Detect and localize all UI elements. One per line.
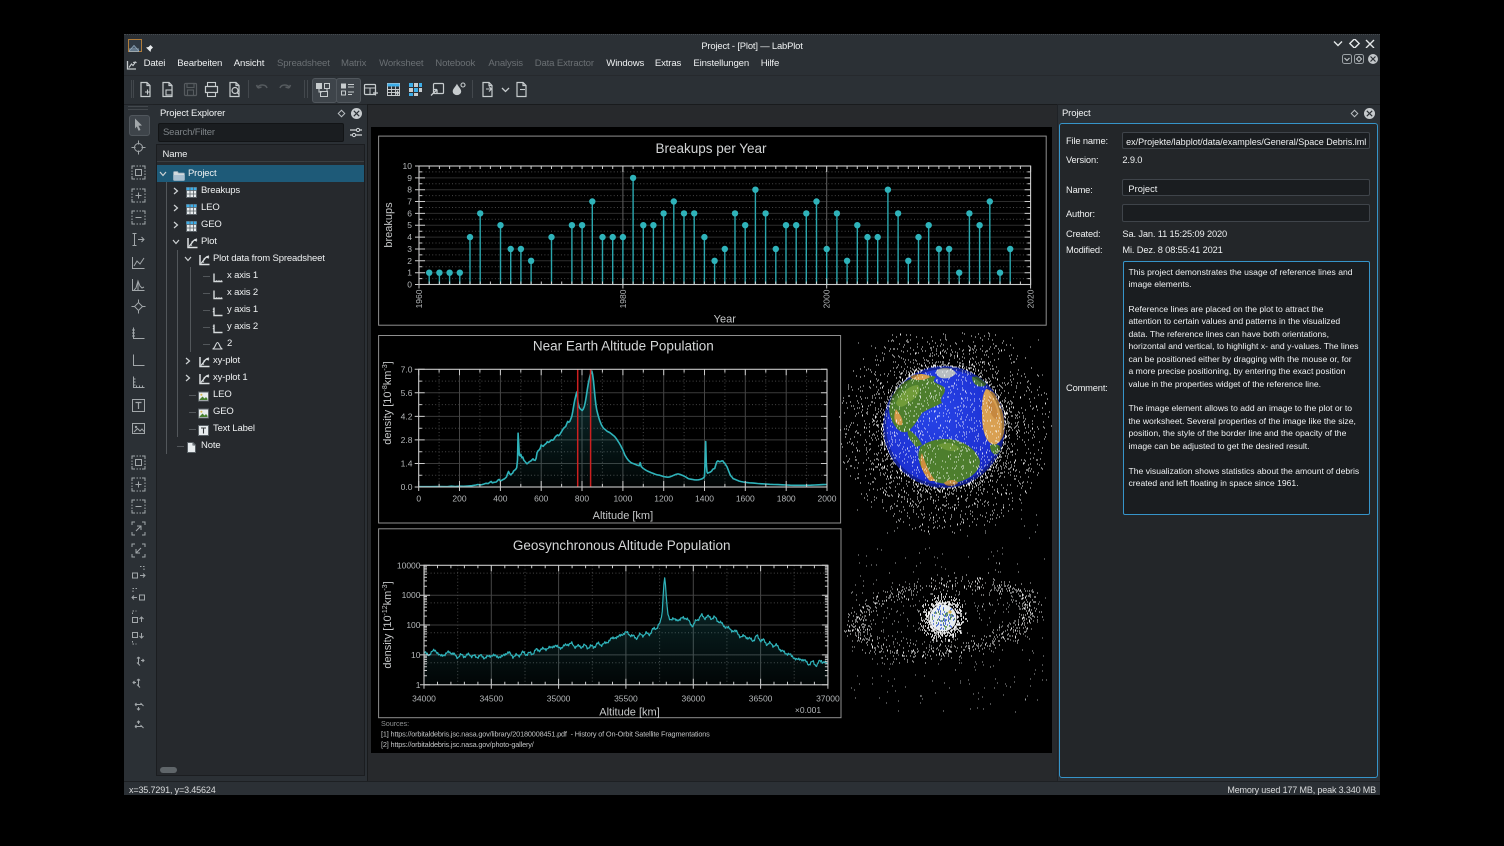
svg-text:6: 6 — [407, 208, 412, 218]
svg-text:2000: 2000 — [818, 494, 837, 504]
svg-text:2.8: 2.8 — [401, 435, 413, 445]
svg-text:5: 5 — [407, 220, 412, 230]
svg-text:1.4: 1.4 — [401, 459, 413, 469]
svg-text:2020: 2020 — [1026, 289, 1036, 308]
svg-text:[2] https://orbitaldebris.jsc.: [2] https://orbitaldebris.jsc.nasa.gov/p… — [381, 740, 535, 749]
svg-text:600: 600 — [534, 494, 548, 504]
svg-text:Altitude [km]: Altitude [km] — [599, 706, 660, 718]
svg-text:1000: 1000 — [402, 590, 421, 600]
svg-text:1: 1 — [416, 680, 421, 690]
svg-text:7: 7 — [407, 197, 412, 207]
svg-text:4.2: 4.2 — [401, 411, 413, 421]
svg-text:2: 2 — [407, 256, 412, 266]
svg-text:Year: Year — [714, 314, 737, 326]
svg-text:Breakups per Year: Breakups per Year — [655, 141, 767, 156]
svg-text:10000: 10000 — [397, 560, 421, 570]
svg-text:37000: 37000 — [816, 694, 840, 704]
svg-text:Sources:: Sources: — [381, 719, 409, 728]
svg-text:0.0: 0.0 — [401, 482, 413, 492]
svg-text:4: 4 — [407, 232, 412, 242]
svg-text:1960: 1960 — [414, 289, 424, 308]
svg-text:1800: 1800 — [777, 494, 796, 504]
svg-text:34000: 34000 — [412, 694, 436, 704]
svg-text:34500: 34500 — [479, 694, 503, 704]
svg-text:breakups: breakups — [383, 202, 395, 248]
svg-text:density [10-8km-3]: density [10-8km-3] — [382, 361, 394, 444]
svg-text:×0.001: ×0.001 — [795, 705, 822, 715]
svg-text:Geosynchronous Altitude Popula: Geosynchronous Altitude Population — [513, 538, 731, 553]
svg-text:1600: 1600 — [736, 494, 755, 504]
svg-text:[1] https://orbitaldebris.jsc.: [1] https://orbitaldebris.jsc.nasa.gov/l… — [381, 730, 710, 739]
svg-text:9: 9 — [407, 173, 412, 183]
svg-text:35500: 35500 — [614, 694, 638, 704]
svg-text:400: 400 — [493, 494, 507, 504]
svg-text:36000: 36000 — [681, 694, 705, 704]
svg-text:0: 0 — [416, 494, 421, 504]
svg-text:Near Earth Altitude Population: Near Earth Altitude Population — [533, 339, 714, 354]
svg-text:7.0: 7.0 — [401, 364, 413, 374]
svg-text:1000: 1000 — [613, 494, 632, 504]
svg-text:10: 10 — [411, 650, 421, 660]
svg-text:2000: 2000 — [822, 289, 832, 308]
svg-text:8: 8 — [407, 185, 412, 195]
svg-text:100: 100 — [406, 620, 420, 630]
svg-text:200: 200 — [452, 494, 466, 504]
svg-text:36500: 36500 — [749, 694, 773, 704]
svg-text:3: 3 — [407, 244, 412, 254]
svg-text:1200: 1200 — [654, 494, 673, 504]
svg-text:1400: 1400 — [695, 494, 714, 504]
svg-text:35000: 35000 — [547, 694, 571, 704]
svg-text:Altitude [km]: Altitude [km] — [593, 510, 654, 522]
svg-text:10: 10 — [403, 161, 413, 171]
svg-text:800: 800 — [575, 494, 589, 504]
svg-text:1: 1 — [407, 268, 412, 278]
svg-text:5.6: 5.6 — [401, 388, 413, 398]
svg-text:0: 0 — [407, 280, 412, 290]
svg-text:1980: 1980 — [618, 289, 628, 308]
svg-text:density [10-12km-3]: density [10-12km-3] — [382, 581, 394, 668]
